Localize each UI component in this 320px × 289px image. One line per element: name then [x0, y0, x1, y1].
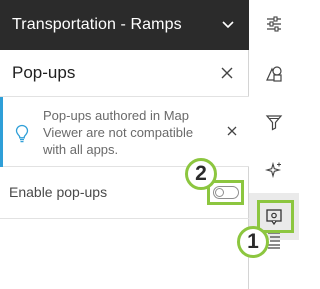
properties-icon: [267, 15, 281, 32]
toolbar-effects[interactable]: [249, 146, 299, 193]
toolbar-styles[interactable]: [249, 50, 299, 97]
effects-icon: [264, 161, 282, 178]
filter-icon: [265, 114, 283, 130]
enable-popups-toggle[interactable]: [213, 186, 239, 199]
toolbar-filter[interactable]: [249, 98, 299, 145]
layer-settings-panel: Transportation - Ramps Pop-ups Pop-ups a…: [0, 0, 249, 289]
layer-title: Transportation - Ramps: [12, 16, 182, 33]
close-icon[interactable]: [227, 126, 237, 136]
lightbulb-icon: [15, 124, 29, 143]
layer-header[interactable]: Transportation - Ramps: [0, 0, 249, 50]
popups-tool-highlight-box: [257, 200, 294, 233]
popups-header: Pop-ups: [0, 50, 249, 97]
notice-message: Pop-ups authored in Map Viewer are not c…: [43, 108, 194, 157]
popups-title: Pop-ups: [12, 63, 76, 82]
toolbar-properties[interactable]: [249, 0, 299, 47]
close-icon[interactable]: [221, 67, 233, 79]
toggle-knob: [215, 188, 224, 197]
chevron-down-icon[interactable]: [221, 17, 235, 31]
enable-popups-label: Enable pop-ups: [9, 184, 108, 200]
compatibility-notice: Pop-ups authored in Map Viewer are not c…: [0, 97, 249, 167]
callout-2: 2: [185, 158, 217, 190]
styles-icon: [266, 65, 282, 82]
notice-accent-bar: [0, 97, 3, 167]
callout-1: 1: [237, 226, 269, 258]
